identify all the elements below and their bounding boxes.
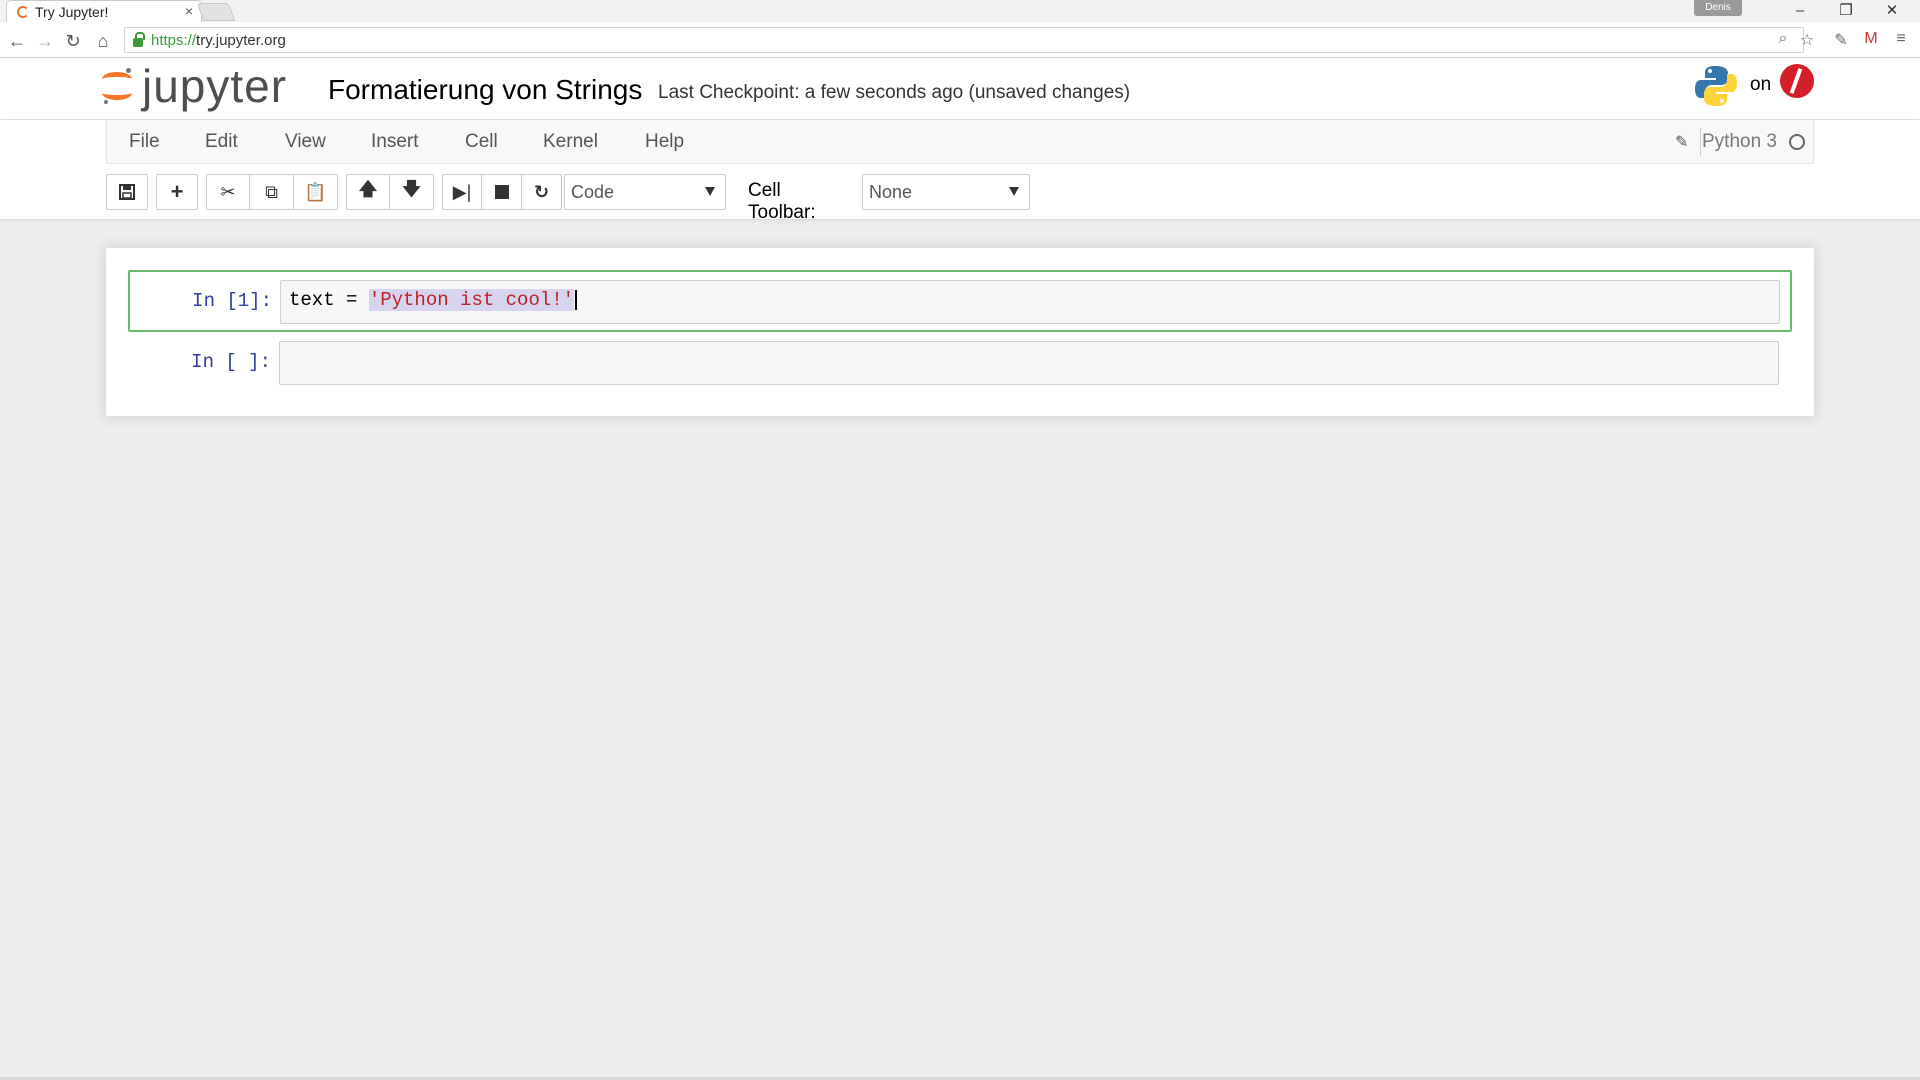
pencil-icon: ✎: [1675, 134, 1689, 151]
kernel-status-icon: [1789, 134, 1805, 150]
code-editor[interactable]: [279, 341, 1779, 385]
powered-on-label: on: [1750, 74, 1772, 95]
back-icon[interactable]: ←: [6, 30, 28, 52]
code-cell-1[interactable]: In [1]: text = 'Python ist cool!': [128, 270, 1792, 332]
text-cursor: [575, 289, 578, 310]
interrupt-kernel-button[interactable]: [482, 174, 522, 210]
bookmark-star-icon[interactable]: ☆: [1796, 30, 1818, 50]
lock-icon: [133, 31, 145, 47]
menu-cell[interactable]: Cell: [465, 131, 498, 153]
code-prefix: text =: [289, 289, 369, 311]
loading-icon: [17, 5, 29, 18]
arrow-down-icon: 🡇: [402, 179, 421, 199]
cell-type-value: Code: [571, 181, 615, 202]
save-icon: [119, 184, 135, 200]
jupyter-logo-icon: [102, 66, 132, 106]
cell-prompt: In [ ]:: [191, 351, 271, 373]
scissors-icon: ✂: [220, 181, 236, 202]
address-bar[interactable]: https://try.jupyter.org: [124, 27, 1804, 53]
move-up-button[interactable]: 🡅: [346, 174, 390, 210]
jupyter-wordmark: jupyter: [142, 60, 288, 112]
close-window-button[interactable]: ✕: [1864, 0, 1920, 22]
cut-button[interactable]: ✂: [206, 174, 250, 210]
cell-toolbar-value: None: [869, 181, 913, 202]
notebook-title[interactable]: Formatierung von Strings: [328, 74, 642, 106]
kernel-separator: [1700, 128, 1701, 156]
menu-help[interactable]: Help: [645, 131, 684, 153]
notebook-header: jupyter Formatierung von Strings Last Ch…: [0, 58, 1920, 120]
rackspace-logo-icon: [1780, 64, 1814, 98]
menubar-container: File Edit View Insert Cell Kernel Help ✎…: [0, 120, 1920, 223]
step-forward-icon: ▶|: [452, 181, 472, 202]
cell-type-select[interactable]: Code: [564, 174, 726, 210]
menu-kernel[interactable]: Kernel: [543, 131, 598, 153]
menubar: File Edit View Insert Cell Kernel Help ✎…: [106, 120, 1814, 164]
code-string: 'Python ist cool!': [368, 289, 575, 311]
menu-file[interactable]: File: [129, 131, 160, 153]
profile-chip[interactable]: Denis: [1694, 0, 1742, 16]
code-cell-2[interactable]: In [ ]:: [128, 332, 1792, 394]
run-cell-button[interactable]: ▶|: [442, 174, 482, 210]
home-icon[interactable]: ⌂: [92, 30, 114, 52]
extension-icon[interactable]: ✎: [1830, 30, 1852, 50]
menu-view[interactable]: View: [285, 131, 326, 153]
copy-button[interactable]: ⧉: [250, 174, 294, 210]
python-logo-icon: [1695, 66, 1737, 106]
zoom-icon[interactable]: ⌕: [1772, 30, 1794, 48]
restart-kernel-button[interactable]: ↻: [522, 174, 562, 210]
browser-tabbar: Try Jupyter! × Denis – ❐ ✕: [0, 0, 1920, 22]
checkpoint-status: Last Checkpoint: a few seconds ago (unsa…: [658, 82, 1131, 103]
tab-title: Try Jupyter!: [35, 3, 109, 20]
chevron-down-icon: [1009, 187, 1019, 196]
stop-icon: [494, 185, 509, 199]
copy-icon: ⧉: [265, 181, 278, 202]
browser-tab[interactable]: Try Jupyter! ×: [6, 0, 202, 22]
cell-prompt: In [1]:: [192, 290, 272, 312]
menu-edit[interactable]: Edit: [205, 131, 238, 153]
paste-button[interactable]: 📋: [294, 174, 338, 210]
notebook-container: In [1]: text = 'Python ist cool!' In [ ]…: [106, 248, 1814, 416]
new-tab-button[interactable]: [196, 3, 236, 21]
tab-close-icon[interactable]: ×: [185, 3, 193, 19]
code-editor[interactable]: text = 'Python ist cool!': [280, 280, 1780, 324]
browser-menu-icon[interactable]: ≡: [1890, 30, 1912, 48]
refresh-icon: ↻: [533, 181, 550, 202]
browser-toolbar: ← → ↻ ⌂ https://try.jupyter.org ⌕ ☆ ✎ M …: [0, 22, 1920, 58]
jupyter-logo[interactable]: jupyter: [102, 60, 288, 112]
save-button[interactable]: [106, 174, 148, 210]
paste-icon: 📋: [304, 181, 327, 202]
cell-toolbar-label: Cell Toolbar:: [748, 180, 816, 223]
move-down-button[interactable]: 🡇: [390, 174, 434, 210]
forward-icon[interactable]: →: [34, 30, 56, 52]
insert-cell-button[interactable]: +: [156, 174, 198, 210]
plus-icon: +: [170, 179, 184, 204]
arrow-up-icon: 🡅: [358, 179, 378, 199]
reload-icon[interactable]: ↻: [62, 30, 84, 52]
menu-insert[interactable]: Insert: [371, 131, 419, 153]
kernel-name[interactable]: Python 3: [1702, 131, 1777, 153]
url-text: https://try.jupyter.org: [151, 31, 286, 49]
gmail-extension-icon[interactable]: M: [1860, 30, 1882, 48]
cell-toolbar-select[interactable]: None: [862, 174, 1030, 210]
chevron-down-icon: [705, 187, 715, 196]
